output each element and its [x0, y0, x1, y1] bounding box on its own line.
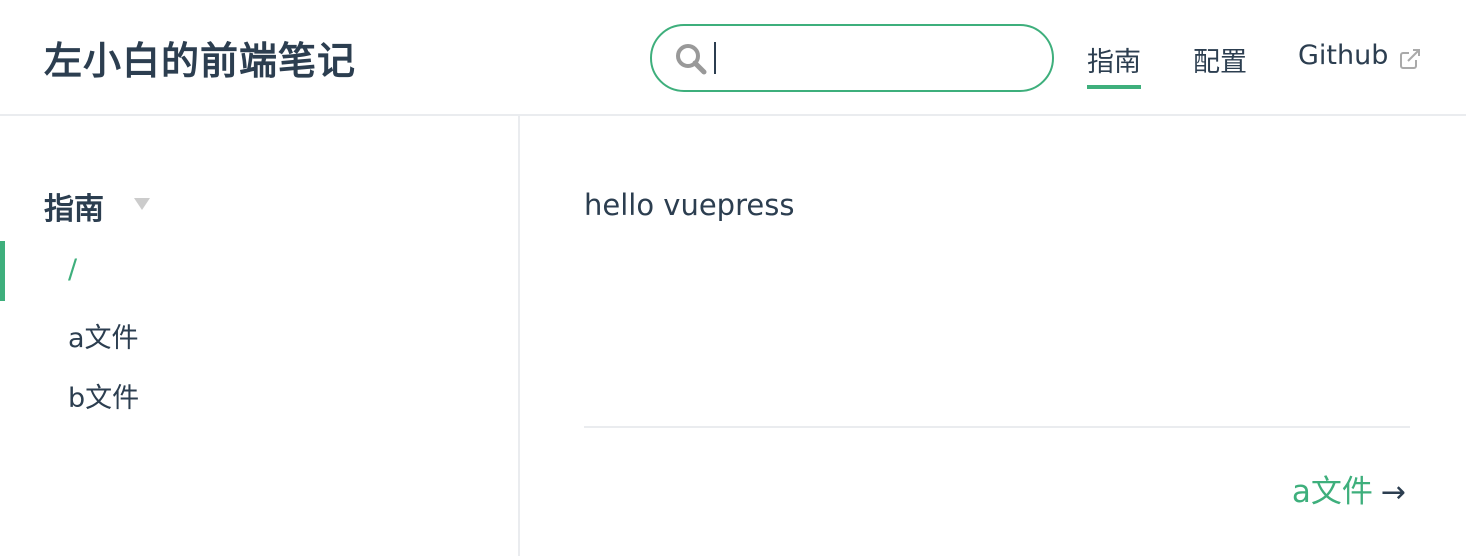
nav-item-config[interactable]: 配置	[1193, 40, 1247, 79]
navbar: 左小白的前端笔记 指南 配置 Github	[0, 0, 1466, 116]
sidebar-item-b[interactable]: b文件	[68, 376, 139, 415]
sidebar: 指南 / a文件 b文件	[0, 116, 520, 556]
page-content-text: hello vuepress	[584, 188, 795, 222]
arrow-right-icon: →	[1380, 475, 1406, 510]
nav-item-github[interactable]: Github	[1298, 40, 1388, 71]
divider	[584, 426, 1410, 428]
sidebar-group-title[interactable]: 指南	[44, 184, 104, 228]
search-box[interactable]	[650, 24, 1054, 92]
search-icon	[676, 44, 707, 75]
next-page-link[interactable]: a文件 →	[1292, 466, 1406, 511]
nav-item-guide[interactable]: 指南	[1087, 40, 1141, 89]
active-indicator	[0, 241, 5, 301]
search-input[interactable]	[714, 38, 1034, 80]
main-content: hello vuepress a文件 →	[520, 116, 1466, 556]
external-link-icon	[1400, 49, 1420, 69]
sidebar-item-a[interactable]: a文件	[68, 316, 139, 355]
site-title[interactable]: 左小白的前端笔记	[44, 30, 356, 85]
chevron-down-icon[interactable]	[134, 198, 150, 210]
text-cursor	[714, 42, 716, 74]
sidebar-item-root[interactable]: /	[68, 254, 77, 285]
next-page-label[interactable]: a文件	[1292, 474, 1373, 510]
